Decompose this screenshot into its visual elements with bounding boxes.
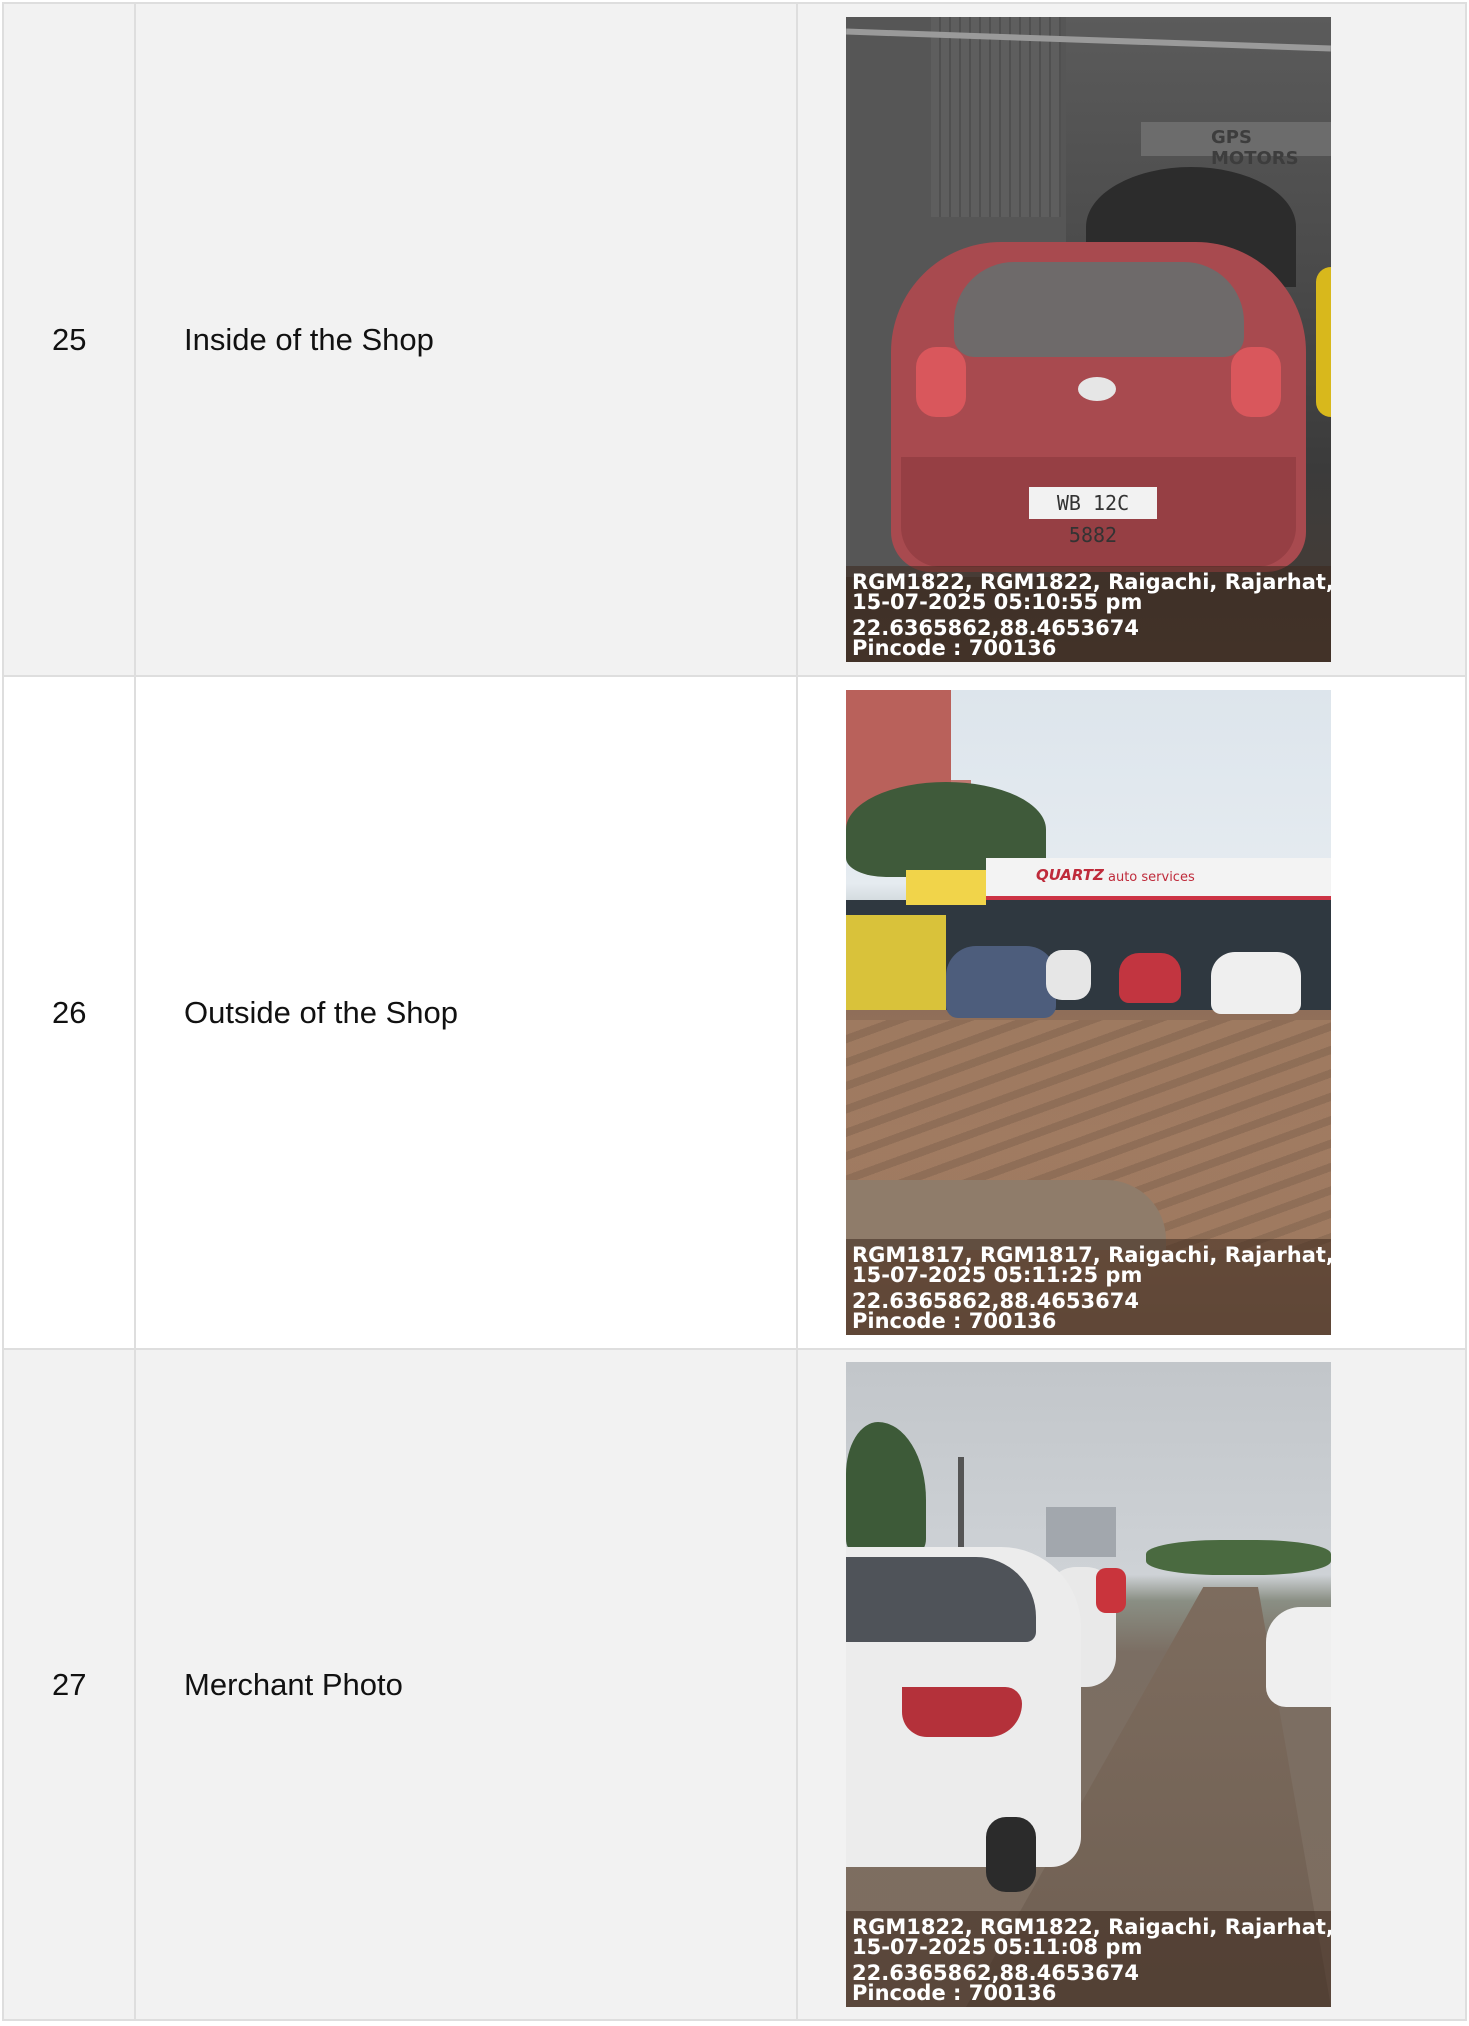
photo-sign-text: GPS MOTORS xyxy=(1211,127,1299,169)
shop-outside-photo[interactable]: QUARTZ auto services RGM1817, RGM1817, R… xyxy=(846,690,1331,1335)
geotag-address: RGM1822, RGM1822, Raigachi, Rajarhat, Ko… xyxy=(852,570,1331,594)
photo-cell: RGM1822, RGM1822, Raigachi, Rajarhat, Ko… xyxy=(796,1350,1467,2019)
geotag-pincode: Pincode : 700136 xyxy=(852,636,1057,660)
photo-white-car-right xyxy=(1266,1607,1331,1707)
table-row: 27 Merchant Photo RGM1822, RGM1822, Raig… xyxy=(2,1348,1467,2021)
geotag-overlay: RGM1822, RGM1822, Raigachi, Rajarhat, Ko… xyxy=(846,566,1331,662)
photo-trees-left xyxy=(846,1422,926,1552)
photo-blue-car xyxy=(946,946,1056,1018)
geotag-address: RGM1822, RGM1822, Raigachi, Rajarhat, Ko… xyxy=(852,1915,1331,1939)
photo-shutter xyxy=(931,17,1061,217)
photo-table: 25 Inside of the Shop GPS MOTORS WB 12C … xyxy=(2,2,1467,2021)
row-number: 26 xyxy=(2,677,134,1348)
geotag-timestamp: 15-07-2025 05:11:25 pm xyxy=(852,1263,1143,1287)
shop-inside-photo[interactable]: GPS MOTORS WB 12C 5882 RGM1822, RGM1822,… xyxy=(846,17,1331,662)
photo-number-plate: WB 12C 5882 xyxy=(1029,487,1157,547)
photo-banner-text: auto services xyxy=(1108,870,1195,885)
photo-yellow-wall xyxy=(846,915,946,1010)
geotag-overlay: RGM1817, RGM1817, Raigachi, Rajarhat, Ko… xyxy=(846,1239,1331,1335)
photo-white-car-small xyxy=(1046,950,1091,1000)
geotag-coordinates: 22.6365862,88.4653674 xyxy=(852,1289,1139,1313)
photo-person xyxy=(1316,267,1331,417)
row-label: Merchant Photo xyxy=(134,1350,796,2019)
photo-yellow-sign xyxy=(906,870,986,905)
photo-sedan-taillight xyxy=(902,1687,1022,1737)
photo-distant-buildings xyxy=(1046,1507,1116,1557)
geotag-pincode: Pincode : 700136 xyxy=(852,1981,1057,2005)
geotag-coordinates: 22.6365862,88.4653674 xyxy=(852,616,1139,640)
photo-sedan-wheel xyxy=(986,1817,1036,1892)
geotag-address: RGM1817, RGM1817, Raigachi, Rajarhat, Ko… xyxy=(852,1243,1331,1267)
photo-car-taillight-right xyxy=(1231,347,1281,417)
row-label: Outside of the Shop xyxy=(134,677,796,1348)
photo-trees-right xyxy=(1146,1540,1331,1575)
photo-red-car-far xyxy=(1096,1568,1126,1613)
table-row: 25 Inside of the Shop GPS MOTORS WB 12C … xyxy=(2,2,1467,675)
row-label: Inside of the Shop xyxy=(134,4,796,675)
table-row: 26 Outside of the Shop QUARTZ auto servi… xyxy=(2,675,1467,1348)
geotag-overlay: RGM1822, RGM1822, Raigachi, Rajarhat, Ko… xyxy=(846,1911,1331,2007)
photo-sedan-rear-glass xyxy=(846,1557,1036,1642)
geotag-timestamp: 15-07-2025 05:10:55 pm xyxy=(852,590,1143,614)
photo-white-car xyxy=(1211,952,1301,1014)
photo-car-taillight-left xyxy=(916,347,966,417)
row-number: 25 xyxy=(2,4,134,675)
row-number: 27 xyxy=(2,1350,134,2019)
photo-red-car xyxy=(1119,953,1181,1003)
geotag-timestamp: 15-07-2025 05:11:08 pm xyxy=(852,1935,1143,1959)
photo-cell: GPS MOTORS WB 12C 5882 RGM1822, RGM1822,… xyxy=(796,4,1467,675)
photo-banner-brand: QUARTZ xyxy=(1036,866,1104,884)
photo-car-rear-glass xyxy=(954,262,1244,357)
photo-car-logo xyxy=(1078,377,1116,401)
geotag-pincode: Pincode : 700136 xyxy=(852,1309,1057,1333)
merchant-photo[interactable]: RGM1822, RGM1822, Raigachi, Rajarhat, Ko… xyxy=(846,1362,1331,2007)
photo-cell: QUARTZ auto services RGM1817, RGM1817, R… xyxy=(796,677,1467,1348)
geotag-coordinates: 22.6365862,88.4653674 xyxy=(852,1961,1139,1985)
